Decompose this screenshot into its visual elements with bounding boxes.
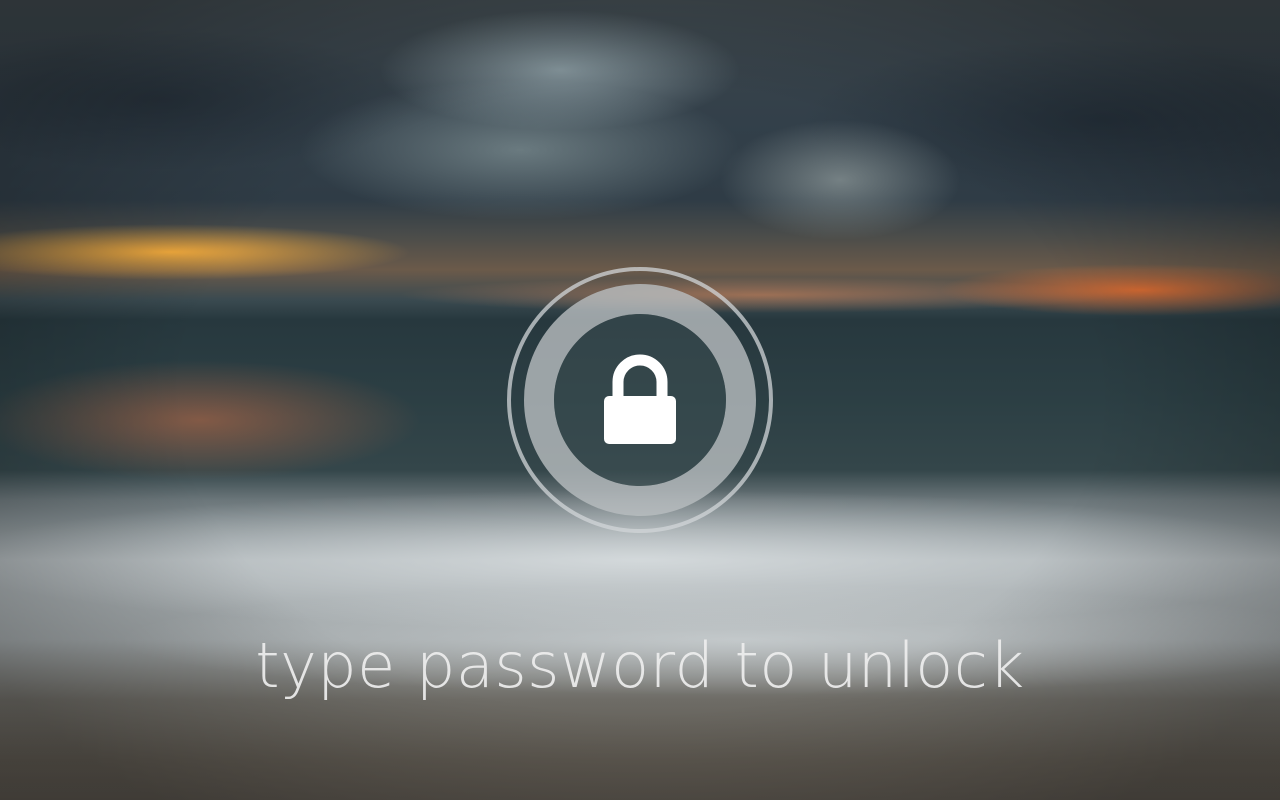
lock-screen: type password to unlock [0, 0, 1280, 800]
unlock-prompt: type password to unlock [255, 629, 1025, 702]
padlock-icon [604, 354, 676, 444]
